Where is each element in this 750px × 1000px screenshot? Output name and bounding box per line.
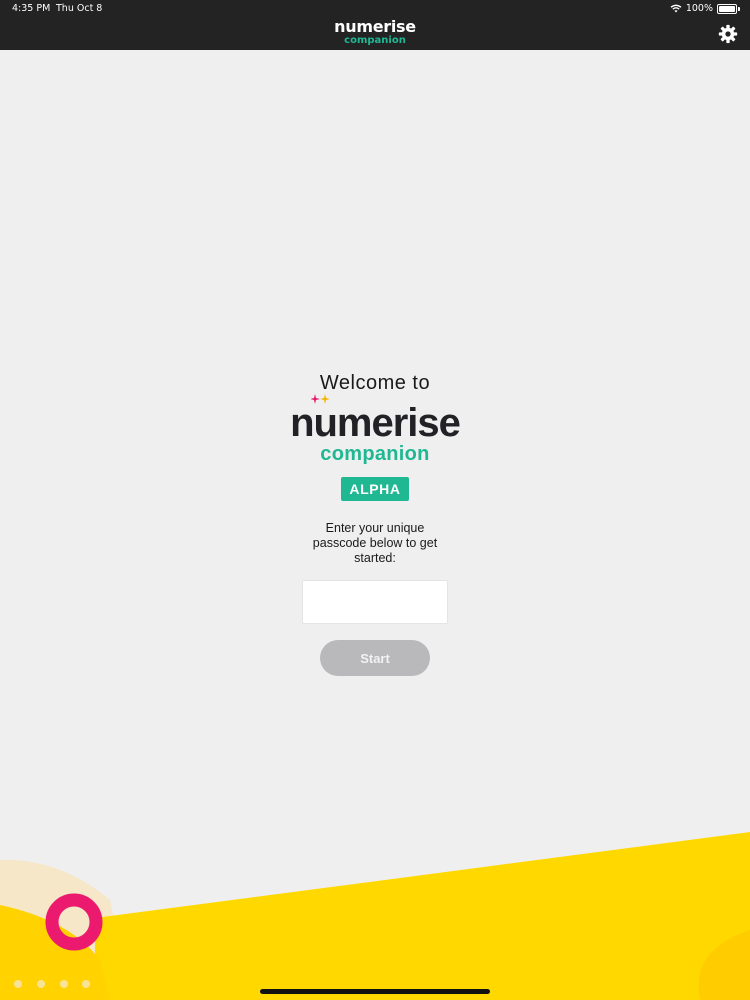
logo-word: numerise: [290, 401, 461, 445]
passcode-input[interactable]: [302, 580, 448, 624]
logo-sub: companion: [320, 443, 430, 465]
dot: [60, 980, 68, 988]
alpha-badge: ALPHA: [341, 477, 409, 501]
nav-bar: numerise companion: [0, 18, 750, 50]
dot: [37, 980, 45, 988]
dot: [14, 980, 22, 988]
battery-icon: [717, 3, 737, 14]
status-time: 4:35 PM: [12, 3, 51, 14]
welcome-heading: Welcome to: [319, 372, 431, 394]
nav-logo-word: numerise: [334, 17, 416, 36]
numerise-logo: numerise companion: [290, 394, 461, 465]
nav-logo: numerise companion: [0, 19, 750, 46]
status-bar: 4:35 PM Thu Oct 8 100%: [0, 0, 750, 18]
dot: [82, 980, 90, 988]
status-indicators: 100%: [670, 3, 740, 14]
wifi-icon: [670, 4, 682, 13]
gear-icon[interactable]: [718, 24, 738, 44]
battery-percent: 100%: [685, 3, 713, 14]
status-date: Thu Oct 8: [56, 3, 103, 14]
welcome-panel: Welcome to numerise companion ALPHA Ente…: [0, 372, 750, 676]
passcode-prompt: Enter your unique passcode below to get …: [312, 521, 438, 565]
home-indicator[interactable]: [260, 989, 490, 994]
start-button[interactable]: Start: [320, 640, 430, 676]
battery-tip: [738, 6, 740, 11]
app-screen: 4:35 PM Thu Oct 8 100% numerise companio…: [0, 0, 750, 1000]
nav-logo-sub: companion: [344, 35, 406, 46]
yellow-wave: [95, 832, 750, 1000]
sparkle-icon: [311, 394, 331, 404]
